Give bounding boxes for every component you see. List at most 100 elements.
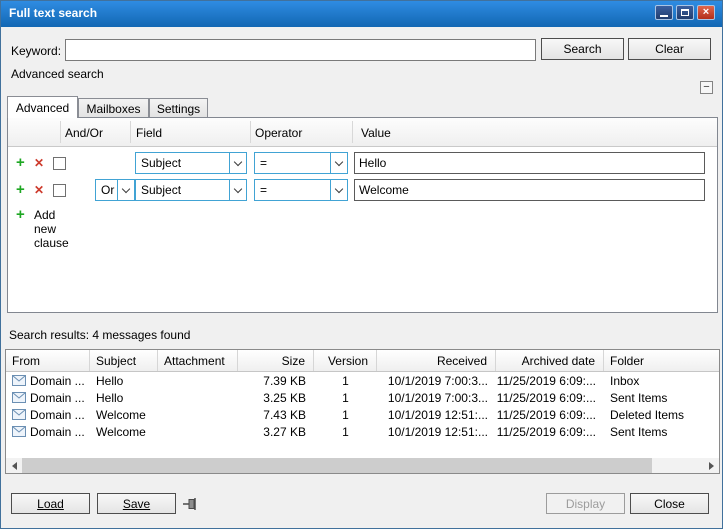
header-andor: And/Or [65,126,103,140]
clause-checkbox[interactable] [53,157,66,170]
chevron-down-icon [229,180,246,200]
add-clause-icon[interactable]: + [16,181,25,198]
result-row[interactable]: Domain ... Welcome 3.27 KB 1 10/1/2019 1… [6,423,719,440]
results-grid: From Subject Attachment Size Version Rec… [5,349,720,474]
delete-clause-icon[interactable]: ✕ [34,156,44,170]
field-dropdown[interactable]: Subject [135,152,247,174]
header-value: Value [361,126,391,140]
chevron-down-icon [330,153,347,173]
clause-value-input[interactable] [354,179,705,201]
cell-folder: Inbox [604,374,719,388]
cell-archived-date: 11/25/2019 6:09:... [496,391,604,405]
cell-received: 10/1/2019 12:51:... [377,425,496,439]
scroll-left-button[interactable] [6,458,22,473]
column-header-received[interactable]: Received [377,350,496,371]
column-header-folder[interactable]: Folder [604,350,719,371]
field-dropdown-value: Subject [136,153,229,173]
column-header-version[interactable]: Version [314,350,377,371]
clause-row: + ✕ Or Subject = [8,177,717,204]
andor-dropdown[interactable]: Or [95,179,135,201]
clause-value-input[interactable] [354,152,705,174]
from-text: Domain ... [30,391,85,405]
arrow-right-icon [709,462,714,470]
result-row[interactable]: Domain ... Hello 3.25 KB 1 10/1/2019 7:0… [6,389,719,406]
results-summary: Search results: 4 messages found [9,328,190,342]
display-button[interactable]: Display [546,493,625,514]
save-button[interactable]: Save [97,493,176,514]
result-row[interactable]: Domain ... Hello 7.39 KB 1 10/1/2019 7:0… [6,372,719,389]
result-row[interactable]: Domain ... Welcome 7.43 KB 1 10/1/2019 1… [6,406,719,423]
column-header-subject[interactable]: Subject [90,350,158,371]
cell-from: Domain ... [6,374,90,388]
clause-row: + ✕ Subject = [8,150,717,177]
results-grid-header: From Subject Attachment Size Version Rec… [6,350,719,372]
cell-size: 7.43 KB [238,408,314,422]
operator-dropdown-value: = [255,153,330,173]
from-text: Domain ... [30,408,85,422]
search-button[interactable]: Search [541,38,624,60]
close-dialog-button[interactable]: Close [630,493,709,514]
andor-dropdown-value: Or [96,180,117,200]
cell-from: Domain ... [6,408,90,422]
from-text: Domain ... [30,374,85,388]
column-separator [130,121,131,143]
cell-version: 1 [314,425,377,439]
tab-advanced-label: Advanced [16,101,69,115]
tab-mailboxes[interactable]: Mailboxes [78,98,149,118]
envelope-icon [12,375,26,386]
chevron-down-icon [229,153,246,173]
titlebar: Full text search × [1,1,722,27]
keyword-label: Keyword: [11,44,61,58]
cell-subject: Welcome [90,425,158,439]
column-header-archived-date[interactable]: Archived date [496,350,604,371]
chevron-down-icon [117,180,134,200]
cell-archived-date: 11/25/2019 6:09:... [496,425,604,439]
scrollbar-thumb[interactable] [22,458,652,473]
scroll-right-button[interactable] [703,458,719,473]
tab-advanced[interactable]: Advanced [7,96,78,118]
window-controls: × [655,5,715,20]
tab-settings[interactable]: Settings [149,98,208,118]
horizontal-scrollbar[interactable] [6,458,719,473]
column-separator [352,121,353,143]
advanced-tab-panel: And/Or Field Operator Value + ✕ Subject … [7,117,718,313]
header-operator: Operator [255,126,302,140]
operator-dropdown[interactable]: = [254,152,348,174]
close-button[interactable]: × [697,5,715,20]
column-header-from[interactable]: From [6,350,90,371]
cell-size: 7.39 KB [238,374,314,388]
cell-archived-date: 11/25/2019 6:09:... [496,374,604,388]
cell-version: 1 [314,374,377,388]
tab-settings-label: Settings [157,102,200,116]
field-dropdown[interactable]: Subject [135,179,247,201]
clause-checkbox[interactable] [53,184,66,197]
cell-size: 3.27 KB [238,425,314,439]
maximize-icon [681,9,689,16]
cell-received: 10/1/2019 7:00:3... [377,374,496,388]
cell-subject: Hello [90,374,158,388]
cell-received: 10/1/2019 7:00:3... [377,391,496,405]
minimize-button[interactable] [655,5,673,20]
envelope-icon [12,426,26,437]
maximize-button[interactable] [676,5,694,20]
column-header-attachment[interactable]: Attachment [158,350,238,371]
add-new-clause-label: Add new clause [34,208,69,250]
header-field: Field [136,126,162,140]
full-text-search-dialog: Full text search × Keyword: Search Clear… [0,0,723,529]
operator-dropdown[interactable]: = [254,179,348,201]
clause-table-header: And/Or Field Operator Value [8,118,717,147]
clear-button[interactable]: Clear [628,38,711,60]
load-button[interactable]: Load [11,493,90,514]
advanced-search-label[interactable]: Advanced search [11,67,104,81]
pin-icon[interactable] [182,497,200,511]
cell-from: Domain ... [6,391,90,405]
chevron-down-icon [330,180,347,200]
column-header-size[interactable]: Size [238,350,314,371]
delete-clause-icon[interactable]: ✕ [34,183,44,197]
collapse-section-button[interactable]: − [700,81,713,94]
cell-received: 10/1/2019 12:51:... [377,408,496,422]
add-clause-icon[interactable]: + [16,154,25,171]
keyword-input[interactable] [65,39,536,61]
minimize-icon [660,15,668,17]
operator-dropdown-value: = [255,180,330,200]
